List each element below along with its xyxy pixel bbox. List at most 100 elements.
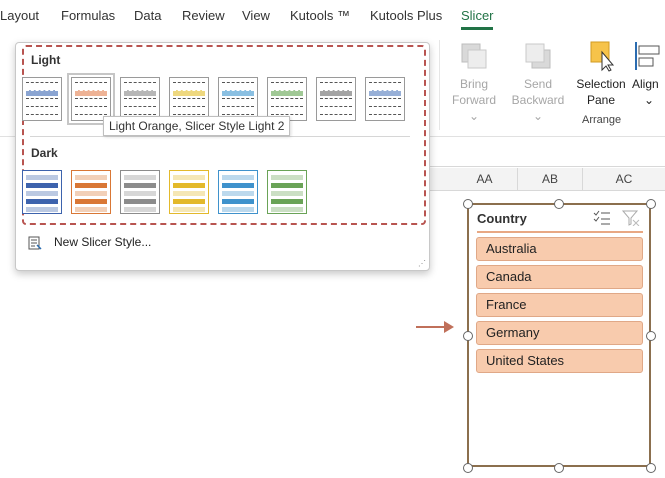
swatch-row [222, 183, 254, 188]
tab-view[interactable]: View [242, 8, 270, 23]
resize-handle-top-left[interactable] [463, 199, 473, 209]
tab-kutools-plus[interactable]: Kutools Plus [370, 8, 442, 23]
swatch-row [271, 183, 303, 188]
swatch-row [75, 199, 107, 204]
swatch-row [369, 90, 401, 96]
light-style-swatch-7[interactable] [316, 77, 356, 121]
arrange-group-label: Arrange [582, 114, 622, 126]
swatch-row [26, 106, 58, 110]
swatch-row [222, 82, 254, 86]
slicer-item-united-states[interactable]: United States [476, 349, 643, 373]
tab-layout[interactable]: Layout [0, 8, 39, 23]
swatch-row [173, 191, 205, 196]
resize-handle-top[interactable] [554, 199, 564, 209]
resize-handle-bottom-left[interactable] [463, 463, 473, 473]
tab-slicer[interactable]: Slicer [461, 8, 494, 23]
swatch-row [75, 98, 107, 102]
swatch-row [26, 114, 58, 118]
swatch-row [222, 191, 254, 196]
dark-style-swatch-3[interactable] [120, 170, 160, 214]
swatch-row [173, 106, 205, 110]
dark-style-swatch-4[interactable] [169, 170, 209, 214]
dark-section-label: Dark [31, 146, 58, 160]
swatch-row [173, 98, 205, 102]
light-style-swatch-2[interactable] [67, 73, 115, 125]
swatch-row [173, 199, 205, 204]
slicer-item-france[interactable]: France [476, 293, 643, 317]
light-style-swatch-1[interactable] [22, 77, 62, 121]
slicer-item-germany[interactable]: Germany [476, 321, 643, 345]
column-header-aa[interactable]: AA [430, 168, 518, 191]
tab-review[interactable]: Review [182, 8, 225, 23]
swatch-row [271, 106, 303, 110]
resize-handle-top-right[interactable] [646, 199, 656, 209]
clear-filter-icon[interactable] [622, 210, 640, 226]
align-label: Align [632, 77, 659, 91]
sheet-top-border [430, 166, 665, 167]
swatch-row [222, 106, 254, 110]
align-chevron: ⌄ [644, 93, 655, 107]
slicer-item-canada[interactable]: Canada [476, 265, 643, 289]
light-style-swatch-6[interactable] [267, 77, 307, 121]
dark-style-swatch-6[interactable] [267, 170, 307, 214]
swatch-row [26, 175, 58, 180]
tab-formulas[interactable]: Formulas [61, 8, 115, 23]
swatch-row [271, 191, 303, 196]
bring-forward-label-2: Forward ⌄ [451, 93, 496, 123]
swatch-row [26, 199, 58, 204]
swatch-row [173, 207, 205, 212]
swatch-row [222, 98, 254, 102]
swatch-row [369, 114, 401, 118]
pointer-arrow-icon [416, 321, 454, 333]
swatch-row [75, 191, 107, 196]
light-style-swatch-4[interactable] [169, 77, 209, 121]
multi-select-icon[interactable] [593, 210, 611, 226]
dark-style-swatch-1[interactable] [22, 170, 62, 214]
swatch-row [369, 82, 401, 86]
tab-data[interactable]: Data [134, 8, 161, 23]
slicer-title: Country [477, 211, 527, 226]
selection-pane-button[interactable]: Selection Pane [574, 40, 628, 108]
swatch-row [75, 82, 107, 86]
resize-handle-bottom[interactable] [554, 463, 564, 473]
swatch-row [75, 175, 107, 180]
ribbon-divider [439, 40, 440, 130]
bring-forward-button[interactable]: Bring Forward ⌄ [446, 40, 502, 124]
light-style-swatch-5[interactable] [218, 77, 258, 121]
light-style-swatch-8[interactable] [365, 77, 405, 121]
resize-handle-bottom-right[interactable] [646, 463, 656, 473]
tab-kutools[interactable]: Kutools ™ [290, 8, 350, 23]
resize-grip-icon[interactable]: ⋰ [418, 259, 426, 268]
light-section-label: Light [31, 53, 61, 67]
swatch-row [369, 98, 401, 102]
swatch-row [271, 82, 303, 86]
light-style-swatch-3[interactable] [120, 77, 160, 121]
country-slicer[interactable]: Country Australia Canada France Germany … [467, 203, 651, 467]
column-header-ab[interactable]: AB [518, 168, 583, 191]
slicer-header-line [477, 231, 643, 233]
dark-style-swatch-2[interactable] [71, 170, 111, 214]
resize-handle-left[interactable] [463, 331, 473, 341]
swatch-row [75, 207, 107, 212]
swatch-row [369, 106, 401, 110]
dark-style-swatch-5[interactable] [218, 170, 258, 214]
swatch-row [320, 98, 352, 102]
resize-handle-right[interactable] [646, 331, 656, 341]
ribbon-tabs: Layout Formulas Data Review View Kutools… [0, 0, 665, 32]
swatch-row [222, 175, 254, 180]
new-slicer-style-link[interactable]: New Slicer Style... [54, 235, 151, 249]
swatch-row [124, 90, 156, 96]
slicer-item-australia[interactable]: Australia [476, 237, 643, 261]
swatch-row [320, 114, 352, 118]
style-tooltip: Light Orange, Slicer Style Light 2 [103, 116, 291, 136]
selection-pane-label-2: Pane [586, 93, 616, 107]
swatch-row [271, 207, 303, 212]
align-button[interactable]: Align ⌄ [632, 40, 665, 108]
column-header-ac[interactable]: AC [583, 168, 665, 191]
swatch-row [320, 106, 352, 110]
send-backward-button[interactable]: Send Backward ⌄ [506, 40, 570, 124]
swatch-row [173, 90, 205, 96]
swatch-row [124, 183, 156, 188]
swatch-row [320, 90, 352, 96]
swatch-row [26, 82, 58, 86]
